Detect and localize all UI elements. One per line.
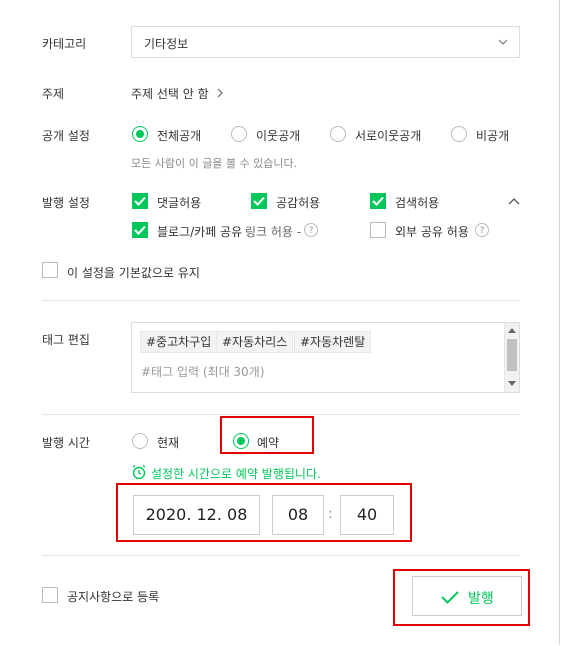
tag-chip[interactable]: #중고차구입	[140, 331, 218, 353]
divider	[42, 414, 520, 415]
tags-label: 태그 편집	[42, 333, 90, 347]
tag-editor[interactable]: #중고차구입 #자동차리스 #자동차렌탈 #태그 입력 (최대 30개)	[131, 322, 520, 393]
divider	[42, 555, 520, 556]
scroll-up-arrow-icon[interactable]	[508, 327, 516, 333]
link-allow-arrow: -	[296, 225, 302, 239]
highlight-box	[393, 569, 530, 626]
visibility-hint: 모든 사람이 이 글을 볼 수 있습니다.	[131, 157, 298, 170]
chevron-down-icon	[497, 36, 509, 51]
help-icon[interactable]: ?	[304, 223, 318, 237]
help-icon[interactable]: ?	[475, 223, 489, 237]
blog-cafe-share-label: 블로그/카페 공유	[157, 225, 243, 239]
highlight-box	[220, 416, 314, 454]
search-allow-label: 검색허용	[395, 196, 440, 210]
chevron-right-icon	[215, 87, 225, 102]
category-label: 카테고리	[42, 37, 87, 51]
visibility-radio-neighbor[interactable]	[231, 126, 247, 142]
external-share-checkbox[interactable]	[370, 222, 386, 238]
tag-scrollbar[interactable]	[504, 323, 519, 392]
visibility-option-label: 비공개	[476, 129, 510, 143]
visibility-option-label: 이웃공개	[256, 129, 301, 143]
publish-now-label: 현재	[157, 436, 180, 450]
link-allow-dropdown[interactable]: 링크 허용 -	[245, 223, 301, 240]
visibility-label: 공개 설정	[42, 129, 90, 143]
schedule-notice: 설정한 시간으로 예약 발행됩니다.	[151, 467, 321, 481]
visibility-radio-private[interactable]	[451, 126, 467, 142]
keep-default-label: 이 설정을 기본값으로 유지	[67, 266, 200, 280]
visibility-radio-mutual[interactable]	[330, 126, 346, 142]
category-select[interactable]: 기타정보	[131, 26, 520, 58]
publish-time-label: 발행 시간	[42, 436, 90, 450]
blog-cafe-share-checkbox[interactable]	[132, 222, 148, 238]
publish-now-radio[interactable]	[132, 433, 148, 449]
publish-settings-panel: 카테고리 기타정보 주제 주제 선택 안 함 공개 설정 전체공개 이웃공개 서…	[0, 0, 560, 645]
tag-chip[interactable]: #자동차렌탈	[294, 331, 372, 353]
notice-register-label: 공지사항으로 등록	[67, 590, 160, 604]
topic-value: 주제 선택 안 함	[131, 87, 209, 101]
link-allow-label: 링크 허용	[245, 225, 293, 239]
scrollbar-thumb[interactable]	[507, 339, 517, 371]
visibility-radio-public[interactable]	[132, 126, 148, 142]
tag-input-placeholder[interactable]: #태그 입력 (최대 30개)	[141, 363, 264, 380]
notice-register-checkbox[interactable]	[42, 587, 58, 603]
empathy-allow-checkbox[interactable]	[251, 193, 267, 209]
search-allow-checkbox[interactable]	[370, 193, 386, 209]
highlight-box	[116, 483, 412, 542]
category-value: 기타정보	[144, 37, 189, 51]
tag-chip[interactable]: #자동차리스	[216, 331, 294, 353]
scroll-down-arrow-icon[interactable]	[508, 381, 516, 387]
external-share-label: 외부 공유 허용	[395, 225, 469, 239]
comment-allow-checkbox[interactable]	[132, 193, 148, 209]
comment-allow-label: 댓글허용	[157, 196, 202, 210]
topic-selector[interactable]: 주제 선택 안 함	[131, 85, 225, 102]
visibility-option-label: 서로이웃공개	[355, 129, 422, 143]
visibility-option-label: 전체공개	[157, 129, 202, 143]
chevron-up-icon[interactable]	[507, 195, 521, 209]
alarm-clock-icon	[131, 464, 147, 483]
empathy-allow-label: 공감허용	[276, 196, 321, 210]
divider	[42, 300, 520, 301]
keep-default-checkbox[interactable]	[42, 262, 58, 278]
publish-settings-label: 발행 설정	[42, 196, 90, 210]
topic-label: 주제	[42, 87, 65, 101]
